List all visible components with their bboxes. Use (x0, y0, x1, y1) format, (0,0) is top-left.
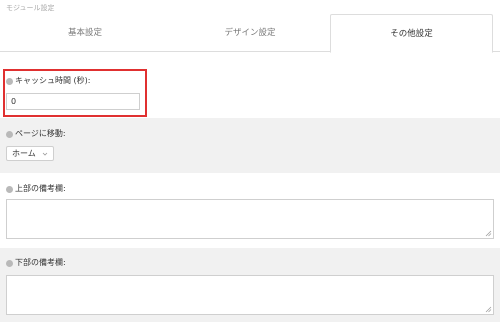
move-to-page-label: ページに移動: (6, 129, 66, 139)
cache-time-input[interactable] (6, 93, 140, 110)
tab-basic-settings[interactable]: 基本設定 (0, 14, 170, 52)
tab-design-settings[interactable]: デザイン設定 (170, 14, 330, 52)
cache-time-label-text: キャッシュ時間 (秒): (15, 76, 91, 85)
top-note-label-text: 上部の備考欄: (15, 184, 66, 193)
move-to-page-row: ページに移動: ホーム (0, 118, 500, 173)
cache-time-row: キャッシュ時間 (秒): (0, 64, 500, 120)
bottom-note-label-text: 下部の備考欄: (15, 258, 66, 267)
bottom-note-label: 下部の備考欄: (6, 258, 66, 268)
bullet-icon (6, 185, 13, 193)
chevron-down-icon (42, 152, 48, 156)
bullet-icon (6, 259, 13, 267)
bottom-note-textarea[interactable] (6, 275, 494, 315)
move-to-page-select[interactable]: ホーム (6, 146, 54, 161)
resize-grip-icon[interactable] (485, 306, 492, 313)
resize-grip-icon[interactable] (485, 230, 492, 237)
tab-other-settings[interactable]: その他設定 (330, 14, 493, 53)
cache-time-label: キャッシュ時間 (秒): (6, 76, 90, 86)
bullet-icon (6, 130, 13, 138)
top-note-row: 上部の備考欄: (0, 173, 500, 248)
bottom-note-row: 下部の備考欄: (0, 248, 500, 322)
bullet-icon (6, 77, 13, 85)
top-note-label: 上部の備考欄: (6, 184, 66, 194)
top-note-textarea[interactable] (6, 199, 494, 239)
move-to-page-label-text: ページに移動: (15, 129, 66, 138)
tab-bar: 基本設定 デザイン設定 その他設定 (0, 14, 500, 53)
panel-title: モジュール設定 (6, 4, 55, 12)
move-to-page-selected: ホーム (12, 149, 36, 158)
